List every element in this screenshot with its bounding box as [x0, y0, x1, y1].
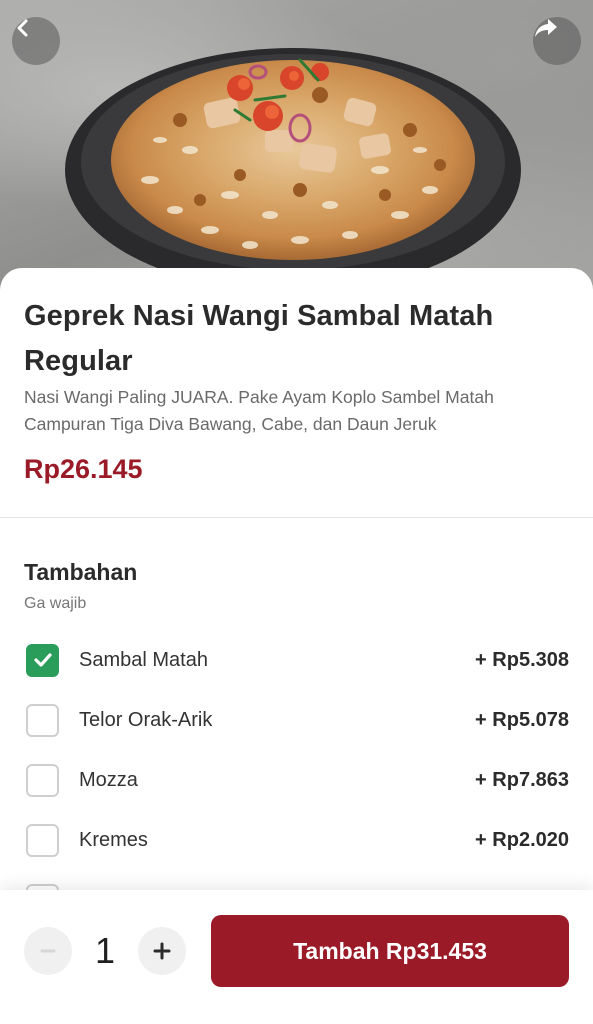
- checkmark-icon: [33, 653, 52, 667]
- plus-icon: [153, 942, 171, 960]
- checkout-bar: 1 Tambah Rp31.453: [0, 890, 593, 1024]
- addon-checkbox[interactable]: [26, 643, 59, 677]
- addon-price: + Rp2.020: [475, 828, 569, 851]
- addon-checkbox[interactable]: [26, 703, 59, 737]
- addon-checkbox[interactable]: [26, 823, 59, 857]
- quantity-value: 1: [94, 930, 116, 971]
- quantity-decrease-button[interactable]: [24, 927, 72, 975]
- share-button[interactable]: [533, 17, 581, 65]
- addon-option-mozza[interactable]: Mozza + Rp7.863: [24, 760, 569, 800]
- product-description: Nasi Wangi Paling JUARA. Pake Ayam Koplo…: [24, 387, 494, 434]
- addon-option-telor-orak-arik[interactable]: Telor Orak-Arik + Rp5.078: [24, 700, 569, 740]
- addon-name: Mozza: [79, 768, 138, 791]
- addon-checkbox[interactable]: [26, 763, 59, 797]
- fried-rice-bowl-illustration: [65, 48, 521, 292]
- addon-price: + Rp5.078: [475, 708, 569, 731]
- product-title: Geprek Nasi Wangi Sambal Matah Regular: [24, 300, 494, 377]
- back-button[interactable]: [12, 17, 60, 65]
- addon-option-kremes[interactable]: Kremes + Rp2.020: [24, 820, 569, 860]
- divider: [0, 517, 593, 518]
- addon-price: + Rp7.863: [475, 768, 569, 791]
- addons-heading: Tambahan: [24, 559, 138, 585]
- addon-name: Kremes: [79, 828, 148, 851]
- product-price: Rp26.145: [24, 454, 143, 484]
- product-image: [0, 0, 593, 300]
- chevron-left-icon: [17, 19, 28, 37]
- quantity-increase-button[interactable]: [138, 927, 186, 975]
- minus-icon: [40, 949, 56, 953]
- addons-subheading: Ga wajib: [24, 595, 87, 612]
- add-to-cart-button[interactable]: Tambah Rp31.453: [211, 915, 569, 987]
- addon-name: Telor Orak-Arik: [79, 708, 213, 731]
- addon-price: + Rp5.308: [475, 648, 569, 671]
- share-arrow-icon: [535, 19, 557, 37]
- addon-option-sambal-matah[interactable]: Sambal Matah + Rp5.308: [24, 640, 569, 680]
- addon-name: Sambal Matah: [79, 648, 208, 671]
